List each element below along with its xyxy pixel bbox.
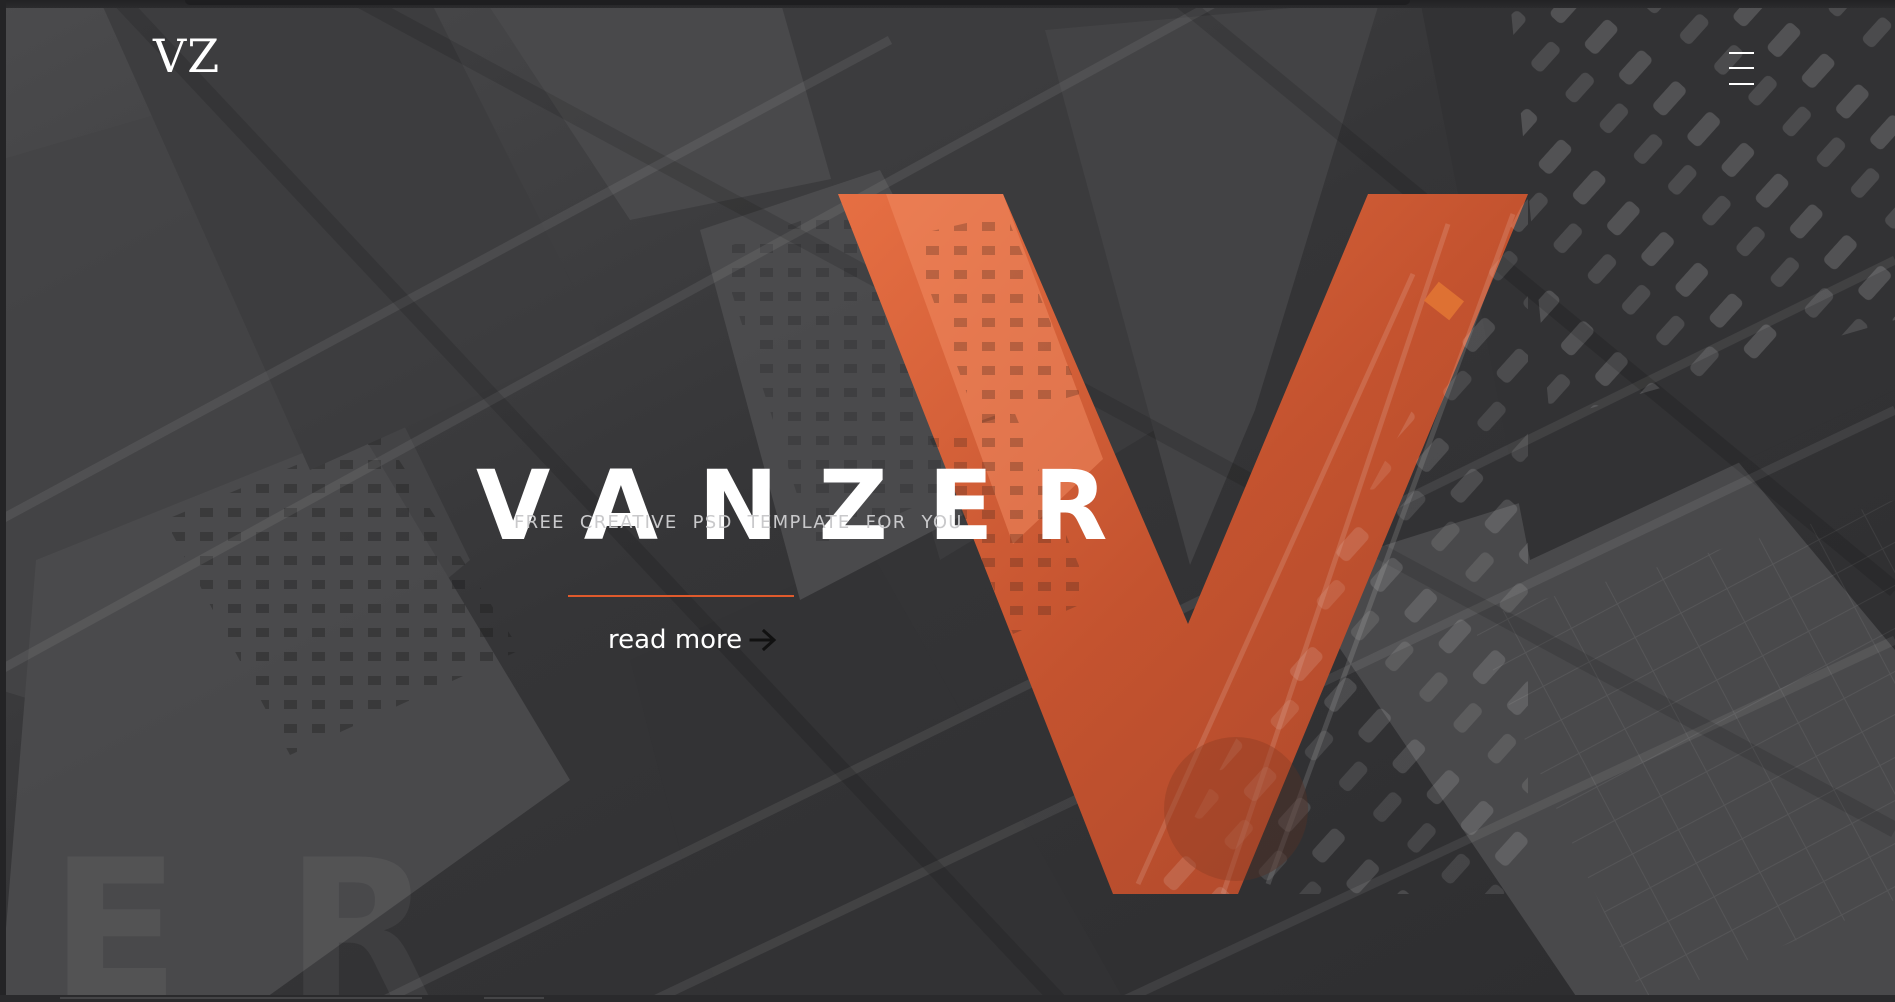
menu-line-middle bbox=[1729, 67, 1754, 69]
brand-subtitle: FREE CREATIVE PSD TEMPLATE FOR YOU bbox=[514, 512, 963, 533]
menu-line-top bbox=[1729, 52, 1754, 54]
menu-line-bottom bbox=[1729, 83, 1754, 85]
accent-divider bbox=[568, 595, 794, 597]
brand-title: VANZER bbox=[476, 450, 1148, 563]
hero-section: VZ VANZER FREE CREATIVE PSD TEMPLATE FOR… bbox=[0, 0, 1895, 1002]
logo[interactable]: VZ bbox=[153, 33, 220, 79]
top-browser-edge bbox=[185, 0, 1410, 5]
background-watermark-text: ER bbox=[50, 819, 539, 1002]
read-more-label: read more bbox=[608, 625, 743, 655]
hamburger-menu-icon[interactable] bbox=[1729, 52, 1754, 87]
arrow-right-icon bbox=[749, 629, 777, 651]
read-more-link[interactable]: read more bbox=[608, 627, 778, 653]
left-frame bbox=[0, 0, 6, 1002]
